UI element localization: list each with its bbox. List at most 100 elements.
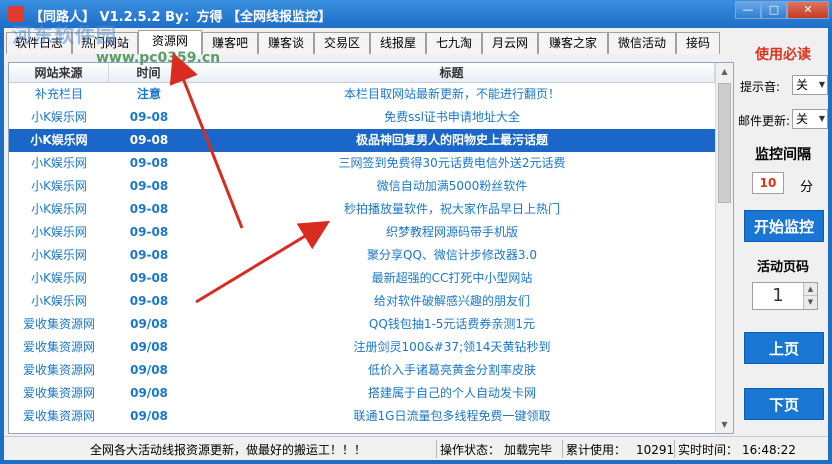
tab-trading[interactable]: 交易区	[314, 32, 370, 54]
stepper-down-icon[interactable]: ▼	[803, 296, 817, 309]
row-time-cell: 09/08	[130, 386, 168, 400]
start-monitor-button[interactable]: 开始监控	[744, 210, 824, 242]
chevron-down-icon: ▼	[818, 80, 825, 89]
interval-input[interactable]: 10	[752, 172, 784, 194]
clock-label: 实时时间：	[678, 443, 739, 457]
status-divider	[674, 440, 675, 458]
row-title-cell: 本栏目取网站最新更新，不能进行翻页！	[343, 87, 560, 101]
table-row[interactable]: 小K娱乐网 09-08 极品神回复男人的阳物史上最污话题	[9, 129, 715, 152]
table-row[interactable]: 小K娱乐网 09-08 最新超强的CC打死中小型网站	[9, 267, 715, 290]
table-row[interactable]: 小K娱乐网 09-08 织梦教程网源码带手机版	[9, 221, 715, 244]
chevron-down-icon: ▼	[818, 114, 825, 123]
tab-wechat-activity[interactable]: 微信活动	[608, 32, 676, 54]
row-site-cell: 爱收集资源网	[22, 317, 95, 331]
tab-yueyun[interactable]: 月云网	[482, 32, 538, 54]
row-title-cell: 免费ssl证书申请地址大全	[384, 110, 520, 124]
vertical-scrollbar[interactable]: ▲ ▼	[715, 63, 733, 433]
status-divider	[562, 440, 563, 458]
page-number-value[interactable]: 1	[753, 283, 803, 309]
tab-software-log[interactable]: 软件日志	[6, 32, 72, 54]
tab-zhuanke-ba[interactable]: 赚客吧	[202, 32, 258, 54]
readme-link[interactable]: 使用必读	[738, 44, 828, 64]
row-title-cell: QQ钱包抽1-5元话费券亲测1元	[368, 317, 536, 331]
clock-value: 16:48:22	[742, 443, 796, 457]
row-time-cell: 09-08	[129, 225, 169, 239]
tab-zhuanke-home[interactable]: 赚客之家	[538, 32, 608, 54]
row-site-cell: 爱收集资源网	[22, 409, 95, 423]
tab-sms-code[interactable]: 接码	[676, 32, 720, 54]
row-site-cell: 小K娱乐网	[31, 248, 87, 262]
activity-page-label: 活动页码	[756, 260, 809, 275]
prev-page-button[interactable]: 上页	[744, 332, 824, 364]
row-site-cell: 小K娱乐网	[31, 156, 87, 170]
row-title-cell: 织梦教程网源码带手机版	[385, 225, 518, 239]
row-time-cell: 09-08	[129, 133, 169, 147]
row-time-cell: 09/08	[130, 409, 168, 423]
row-time-cell: 09/08	[130, 363, 168, 377]
table-row[interactable]: 小K娱乐网 09-08 微信自动加满5000粉丝软件	[9, 175, 715, 198]
status-message: 全网各大活动线报资源更新，做最好的搬运工！！！	[90, 443, 367, 457]
row-title-cell: 低价入手诸葛亮黄金分割率皮肤	[367, 363, 536, 377]
row-time-cell: 09-08	[129, 271, 169, 285]
row-title-cell: 给对软件破解感兴趣的朋友们	[373, 294, 530, 308]
table-row[interactable]: 补充栏目 注意 本栏目取网站最新更新，不能进行翻页！	[9, 83, 715, 106]
client-area: 软件日志 热门网站 资源网 赚客吧 赚客谈 交易区 线报屋 七九淘 月云网 赚客…	[4, 28, 828, 460]
mail-update-select-value: 关	[796, 112, 809, 126]
mail-update-select[interactable]: 关 ▼	[792, 109, 828, 129]
scroll-down-icon[interactable]: ▼	[716, 416, 733, 433]
column-header-title[interactable]: 标题	[189, 63, 715, 83]
row-title-cell: 微信自动加满5000粉丝软件	[376, 179, 528, 193]
row-title-cell: 秒拍播放量软件，祝大家作品早日上热门	[343, 202, 560, 216]
tab-xianbao-wu[interactable]: 线报屋	[370, 32, 426, 54]
app-logo-icon	[8, 6, 24, 22]
tab-hot-sites[interactable]: 热门网站	[72, 32, 138, 54]
page-number-stepper[interactable]: 1 ▲ ▼	[752, 282, 818, 310]
column-header-site[interactable]: 网站来源	[9, 63, 109, 83]
table-row[interactable]: 爱收集资源网 09/08 QQ钱包抽1-5元话费券亲测1元	[9, 313, 715, 336]
tab-79tao[interactable]: 七九淘	[426, 32, 482, 54]
table-row[interactable]: 小K娱乐网 09-08 给对软件破解感兴趣的朋友们	[9, 290, 715, 313]
stepper-up-icon[interactable]: ▲	[803, 283, 817, 296]
minimize-button[interactable]: —	[735, 1, 761, 19]
scroll-thumb[interactable]	[718, 83, 731, 203]
table-row[interactable]: 小K娱乐网 09-08 聚分享QQ、微信计步修改器3.0	[9, 244, 715, 267]
table-row[interactable]: 小K娱乐网 09-08 免费ssl证书申请地址大全	[9, 106, 715, 129]
table-row[interactable]: 爱收集资源网 09/08 联通1G日流量包多线程免费一键领取	[9, 405, 715, 428]
row-time-cell: 09-08	[129, 248, 169, 262]
row-title-cell: 聚分享QQ、微信计步修改器3.0	[367, 248, 537, 262]
table-row[interactable]: 爱收集资源网 09/08 低价入手诸葛亮黄金分割率皮肤	[9, 359, 715, 382]
next-page-button[interactable]: 下页	[744, 388, 824, 420]
row-site-cell: 小K娱乐网	[30, 133, 88, 147]
status-bar: 全网各大活动线报资源更新，做最好的搬运工！！！ 操作状态： 加载完毕 累计使用：…	[4, 436, 828, 460]
close-button[interactable]: ✕	[787, 1, 829, 19]
scroll-up-icon[interactable]: ▲	[716, 63, 733, 80]
row-title-cell: 最新超强的CC打死中小型网站	[371, 271, 533, 285]
maximize-button[interactable]: □	[761, 1, 787, 19]
row-time-cell: 09-08	[129, 156, 169, 170]
column-header-time[interactable]: 时间	[109, 63, 189, 83]
post-list: 网站来源 时间 标题 补充栏目 注意 本栏目取网站最新更新，不能进行翻页！ 小K娱乐网…	[8, 62, 734, 434]
table-row[interactable]: 小K娱乐网 09-08 秒拍播放量软件，祝大家作品早日上热门	[9, 198, 715, 221]
table-row[interactable]: 爱收集资源网 09/08 注册剑灵100&#37;领14天黄钻秒到	[9, 336, 715, 359]
usage-value: 10291	[636, 443, 675, 457]
table-row[interactable]: 小K娱乐网 09-08 三网签到免费得30元话费电信外送2元话费	[9, 152, 715, 175]
mail-update-label: 邮件更新:	[738, 114, 791, 128]
row-time-cell: 09/08	[130, 317, 168, 331]
control-panel: 使用必读 提示音: 关 ▼ 邮件更新: 关 ▼ 监控间隔 10 分 开始监控 活…	[738, 28, 828, 438]
tab-resource-site[interactable]: 资源网	[138, 30, 202, 55]
sound-select-value: 关	[796, 78, 809, 92]
row-site-cell: 补充栏目	[34, 87, 83, 101]
row-time-cell: 09-08	[129, 110, 169, 124]
sound-select[interactable]: 关 ▼	[792, 75, 828, 95]
table-row[interactable]: 爱收集资源网 09/08 搭建属于自己的个人自动发卡网	[9, 382, 715, 405]
row-site-cell: 爱收集资源网	[22, 363, 95, 377]
row-site-cell: 爱收集资源网	[22, 386, 95, 400]
tab-zhuanke-tan[interactable]: 赚客谈	[258, 32, 314, 54]
row-site-cell: 爱收集资源网	[22, 340, 95, 354]
row-time-cell: 09-08	[129, 179, 169, 193]
list-header: 网站来源 时间 标题	[9, 63, 715, 83]
row-site-cell: 小K娱乐网	[31, 271, 87, 285]
title-bar: 【同路人】 V1.2.5.2 By：方得 【全网线报监控】 — □ ✕	[0, 0, 832, 28]
op-status-label: 操作状态：	[440, 443, 501, 457]
row-title-cell: 极品神回复男人的阳物史上最污话题	[355, 133, 548, 147]
